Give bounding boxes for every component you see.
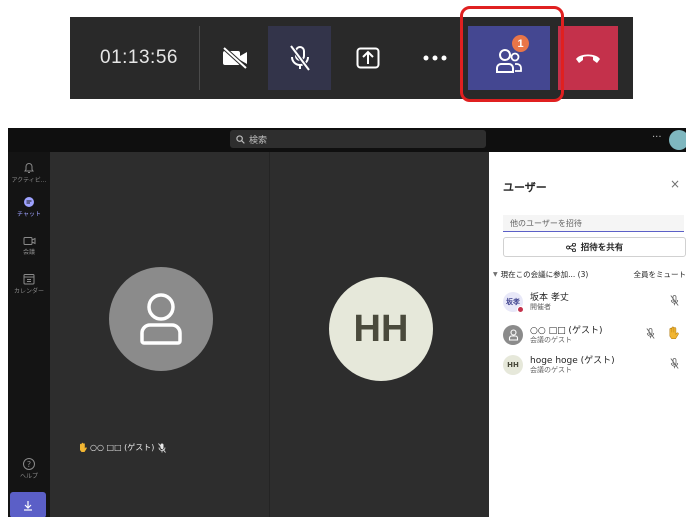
download-icon (24, 500, 32, 511)
person-icon (508, 329, 518, 341)
guest-name-label: ○○ □□ (ゲスト) (78, 442, 167, 453)
camera-off-icon (222, 47, 247, 69)
guest-name-text: ○○ □□ (ゲスト) (90, 443, 155, 452)
title-bar: 検索 ··· (8, 128, 686, 152)
participant-row[interactable]: HH hoge hoge (ゲスト) 会議のゲスト (503, 353, 686, 381)
raised-hand-icon (669, 326, 679, 339)
person-icon (140, 293, 182, 345)
participant-row[interactable]: ○○ □□ (ゲスト) 会議のゲスト (503, 323, 686, 351)
teams-window: 検索 ··· アクティビ... チャット 会議 カレンダー ? ヘルプ ○○ □… (8, 128, 686, 517)
video-icon (23, 237, 35, 245)
participant-role: 会議のゲスト (530, 366, 572, 374)
participant-role: 開催者 (530, 303, 551, 311)
avatar (503, 325, 523, 345)
video-tile-host[interactable]: HH (269, 152, 489, 517)
hang-up-button[interactable] (558, 26, 618, 90)
host-avatar: HH (329, 277, 433, 381)
mic-off-icon (158, 442, 167, 453)
calendar-icon (23, 274, 35, 285)
participant-role: 会議のゲスト (530, 336, 572, 344)
rail-item-calendar[interactable]: カレンダー (8, 273, 50, 295)
chat-icon (24, 197, 34, 207)
app-rail: アクティビ... チャット 会議 カレンダー ? ヘルプ (8, 152, 50, 517)
avatar: HH (503, 355, 523, 375)
search-placeholder: 検索 (249, 135, 268, 146)
help-icon: ? (23, 458, 35, 470)
rail-label-meetings: 会議 (22, 249, 35, 256)
close-icon[interactable]: × (670, 177, 680, 191)
camera-toggle-button[interactable] (203, 26, 266, 90)
mic-off-icon (646, 328, 655, 339)
mic-off-icon (670, 358, 679, 369)
chevron-down-icon: ▼ (493, 271, 498, 278)
rail-item-activity[interactable]: アクティビ... (8, 162, 50, 184)
status-indicator (517, 306, 524, 313)
rail-item-chat[interactable]: チャット (8, 196, 50, 218)
mic-toggle-button[interactable] (268, 26, 331, 90)
share-icon (565, 242, 576, 252)
more-actions-button[interactable] (403, 26, 466, 90)
in-meeting-section-header[interactable]: ▼ 現在この会議に参加... (3) 全員をミュート (493, 269, 686, 280)
participants-panel: ユーザー × 他のユーザーを招待 招待を共有 ▼ 現在この会議に参加... (3… (489, 152, 686, 517)
invite-input[interactable]: 他のユーザーを招待 (503, 215, 684, 232)
share-screen-button[interactable] (336, 26, 399, 90)
rail-label-calendar: カレンダー (13, 288, 44, 295)
rail-label-help: ヘルプ (19, 473, 38, 480)
rail-item-help[interactable]: ? ヘルプ (8, 458, 50, 480)
guest-avatar (109, 267, 213, 371)
search-icon (236, 134, 245, 144)
search-box[interactable]: 検索 (230, 130, 486, 148)
bell-icon (24, 163, 34, 173)
participant-row[interactable]: 坂孝 坂本 孝丈 開催者 (503, 290, 686, 318)
share-screen-icon (356, 47, 379, 69)
settings-more-button[interactable]: ··· (652, 132, 662, 143)
share-invite-button[interactable]: 招待を共有 (503, 237, 686, 257)
highlight-annotation (460, 6, 564, 102)
hang-up-icon (576, 54, 600, 63)
download-button[interactable] (10, 492, 46, 517)
section-title: 現在この会議に参加... (3) (500, 270, 589, 279)
share-invite-label: 招待を共有 (580, 243, 624, 253)
video-tile-guest[interactable]: ○○ □□ (ゲスト) (50, 152, 269, 517)
call-duration: 01:13:56 (100, 47, 178, 68)
mic-off-icon (288, 45, 311, 71)
more-icon (423, 55, 446, 61)
raised-hand-icon (80, 442, 87, 452)
mic-off-icon (670, 295, 679, 306)
rail-item-meetings[interactable]: 会議 (8, 236, 50, 256)
toolbar-divider (199, 26, 200, 90)
rail-label-chat: チャット (17, 211, 41, 218)
avatar[interactable] (669, 130, 686, 150)
rail-label-activity: アクティビ... (11, 177, 47, 184)
panel-title: ユーザー (503, 181, 547, 194)
mute-all-button[interactable]: 全員をミュート (634, 269, 686, 280)
